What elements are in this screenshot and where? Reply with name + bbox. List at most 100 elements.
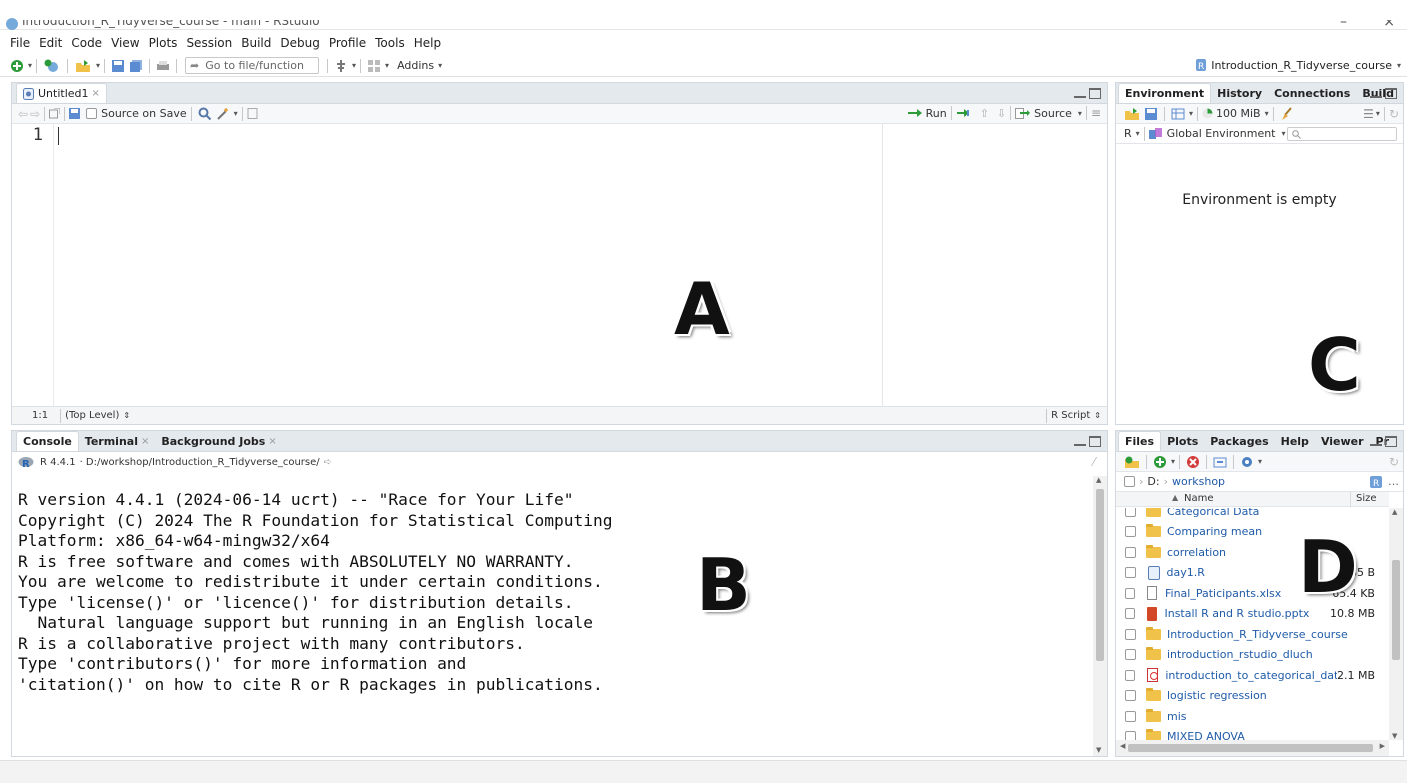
import-dataset-dropdown-icon[interactable]: ▾: [1189, 109, 1193, 118]
print-icon[interactable]: [156, 59, 170, 73]
load-workspace-icon[interactable]: [1124, 107, 1140, 121]
addins-dropdown-icon[interactable]: ▾: [438, 61, 442, 70]
maximize-pane-icon[interactable]: [1089, 88, 1101, 99]
file-checkbox[interactable]: [1125, 690, 1136, 702]
file-name[interactable]: Install R and R studio.pptx: [1164, 607, 1329, 620]
tab-viewer[interactable]: Viewer: [1315, 431, 1370, 451]
file-checkbox[interactable]: [1125, 628, 1136, 640]
go-next-section-icon[interactable]: ⇩: [997, 107, 1006, 120]
file-row[interactable]: MIXED ANOVA: [1116, 727, 1375, 740]
list-view-icon[interactable]: ☰: [1363, 107, 1374, 121]
minimize-pane-icon[interactable]: [1074, 88, 1086, 98]
file-checkbox[interactable]: [1125, 546, 1136, 558]
forward-arrow-icon[interactable]: ⇨: [30, 107, 40, 121]
file-checkbox[interactable]: [1125, 526, 1136, 538]
scope-selector[interactable]: (Top Level): [65, 410, 119, 421]
save-file-icon[interactable]: [69, 108, 81, 119]
column-size[interactable]: Size: [1356, 493, 1377, 504]
compile-report-icon[interactable]: [247, 108, 258, 119]
clear-console-icon[interactable]: ⁄: [1093, 455, 1095, 469]
env-search-input[interactable]: [1287, 127, 1397, 141]
menu-debug[interactable]: Debug: [280, 36, 319, 50]
new-blank-file-icon[interactable]: [1153, 455, 1167, 469]
refresh-files-icon[interactable]: ↻: [1389, 455, 1399, 469]
file-checkbox[interactable]: [1125, 649, 1136, 661]
memory-usage-label[interactable]: 100 MiB: [1216, 107, 1261, 120]
tab-background-jobs[interactable]: Background Jobs ×: [155, 431, 282, 451]
addins-button[interactable]: Addins: [397, 59, 434, 72]
code-tools-wand-icon[interactable]: [216, 107, 230, 121]
tab-connections[interactable]: Connections: [1268, 83, 1356, 103]
file-checkbox[interactable]: [1125, 567, 1136, 579]
menu-code[interactable]: Code: [71, 36, 102, 50]
tab-untitled1[interactable]: Untitled1 ×: [16, 83, 107, 103]
minimize-pane-icon[interactable]: [1074, 436, 1086, 446]
new-file-icon[interactable]: [10, 59, 24, 73]
menu-build[interactable]: Build: [241, 36, 271, 50]
menu-session[interactable]: Session: [186, 36, 232, 50]
more-path-icon[interactable]: …: [1388, 475, 1399, 488]
file-checkbox[interactable]: [1125, 587, 1135, 599]
file-checkbox[interactable]: [1125, 669, 1136, 681]
git-dropdown-icon[interactable]: ▾: [352, 61, 356, 70]
file-name[interactable]: logistic regression: [1167, 689, 1355, 702]
console-output[interactable]: R version 4.4.1 (2024-06-14 ucrt) -- "Ra…: [18, 490, 613, 695]
breadcrumb-folder[interactable]: workshop: [1172, 475, 1225, 488]
file-row[interactable]: logistic regression: [1116, 686, 1375, 707]
new-file-dropdown-icon[interactable]: ▾: [28, 61, 32, 70]
open-file-dropdown-icon[interactable]: ▾: [96, 61, 100, 70]
file-checkbox[interactable]: [1125, 710, 1136, 722]
file-checkbox[interactable]: [1125, 608, 1135, 620]
git-icon[interactable]: [334, 59, 348, 73]
close-tab-icon[interactable]: ×: [92, 88, 100, 99]
column-name[interactable]: Name: [1184, 493, 1214, 504]
new-project-icon[interactable]: [43, 59, 61, 73]
new-folder-icon[interactable]: [1124, 455, 1140, 469]
menu-file[interactable]: File: [10, 36, 30, 50]
menu-profile[interactable]: Profile: [329, 36, 366, 50]
workspace-panes-dropdown-icon[interactable]: ▾: [385, 61, 389, 70]
files-scroll-thumb[interactable]: [1392, 560, 1400, 660]
open-file-icon[interactable]: [74, 59, 92, 73]
language-dropdown-icon[interactable]: ▾: [1136, 129, 1140, 138]
goto-file-input[interactable]: ➦ Go to file/function: [185, 57, 320, 74]
go-previous-section-icon[interactable]: ⇧: [980, 107, 989, 120]
filetype-updown-icon[interactable]: ⇕: [1094, 411, 1101, 420]
console-scrollbar[interactable]: ▲ ▼: [1093, 476, 1107, 756]
more-gear-icon[interactable]: [1240, 455, 1254, 469]
filetype-selector[interactable]: R Script: [1051, 410, 1090, 421]
save-workspace-icon[interactable]: [1144, 107, 1158, 121]
run-arrow-icon[interactable]: [907, 108, 924, 119]
file-name[interactable]: Categorical Data: [1167, 508, 1355, 518]
more-dropdown-icon[interactable]: ▾: [1258, 457, 1262, 466]
menu-tools[interactable]: Tools: [375, 36, 405, 50]
delete-file-icon[interactable]: [1186, 455, 1200, 469]
file-row[interactable]: Categorical Data: [1116, 508, 1375, 522]
window-close-icon[interactable]: ×: [1383, 20, 1395, 30]
refresh-icon[interactable]: ↻: [1389, 107, 1399, 121]
menu-plots[interactable]: Plots: [149, 36, 178, 50]
window-minimize-icon[interactable]: –: [1340, 20, 1347, 30]
close-terminal-icon[interactable]: ×: [141, 436, 149, 447]
files-hscrollbar[interactable]: ◀ ▶: [1116, 740, 1389, 756]
tab-packages[interactable]: Packages: [1204, 431, 1274, 451]
tab-plots[interactable]: Plots: [1161, 431, 1204, 451]
workspace-panes-icon[interactable]: [367, 59, 381, 73]
menu-edit[interactable]: Edit: [39, 36, 62, 50]
file-name[interactable]: Introduction_R_Tidyverse_course: [1167, 628, 1355, 641]
breadcrumb-drive[interactable]: D:: [1147, 475, 1159, 488]
clear-workspace-broom-icon[interactable]: [1280, 106, 1294, 121]
back-arrow-icon[interactable]: ⇦: [18, 107, 28, 121]
tab-help[interactable]: Help: [1275, 431, 1315, 451]
file-checkbox[interactable]: [1125, 508, 1136, 517]
file-row[interactable]: introduction_to_categorical_data_an...2.…: [1116, 665, 1375, 686]
rename-file-icon[interactable]: [1213, 455, 1227, 469]
show-in-window-icon[interactable]: [49, 108, 61, 119]
document-outline-icon[interactable]: ≡: [1091, 106, 1101, 120]
view-dropdown-icon[interactable]: ▾: [1376, 109, 1380, 118]
language-selector[interactable]: R: [1124, 127, 1132, 140]
tab-terminal[interactable]: Terminal ×: [79, 431, 156, 451]
source-button[interactable]: Source: [1034, 107, 1072, 120]
file-name[interactable]: mis: [1167, 710, 1355, 723]
tab-console[interactable]: Console: [16, 431, 79, 451]
